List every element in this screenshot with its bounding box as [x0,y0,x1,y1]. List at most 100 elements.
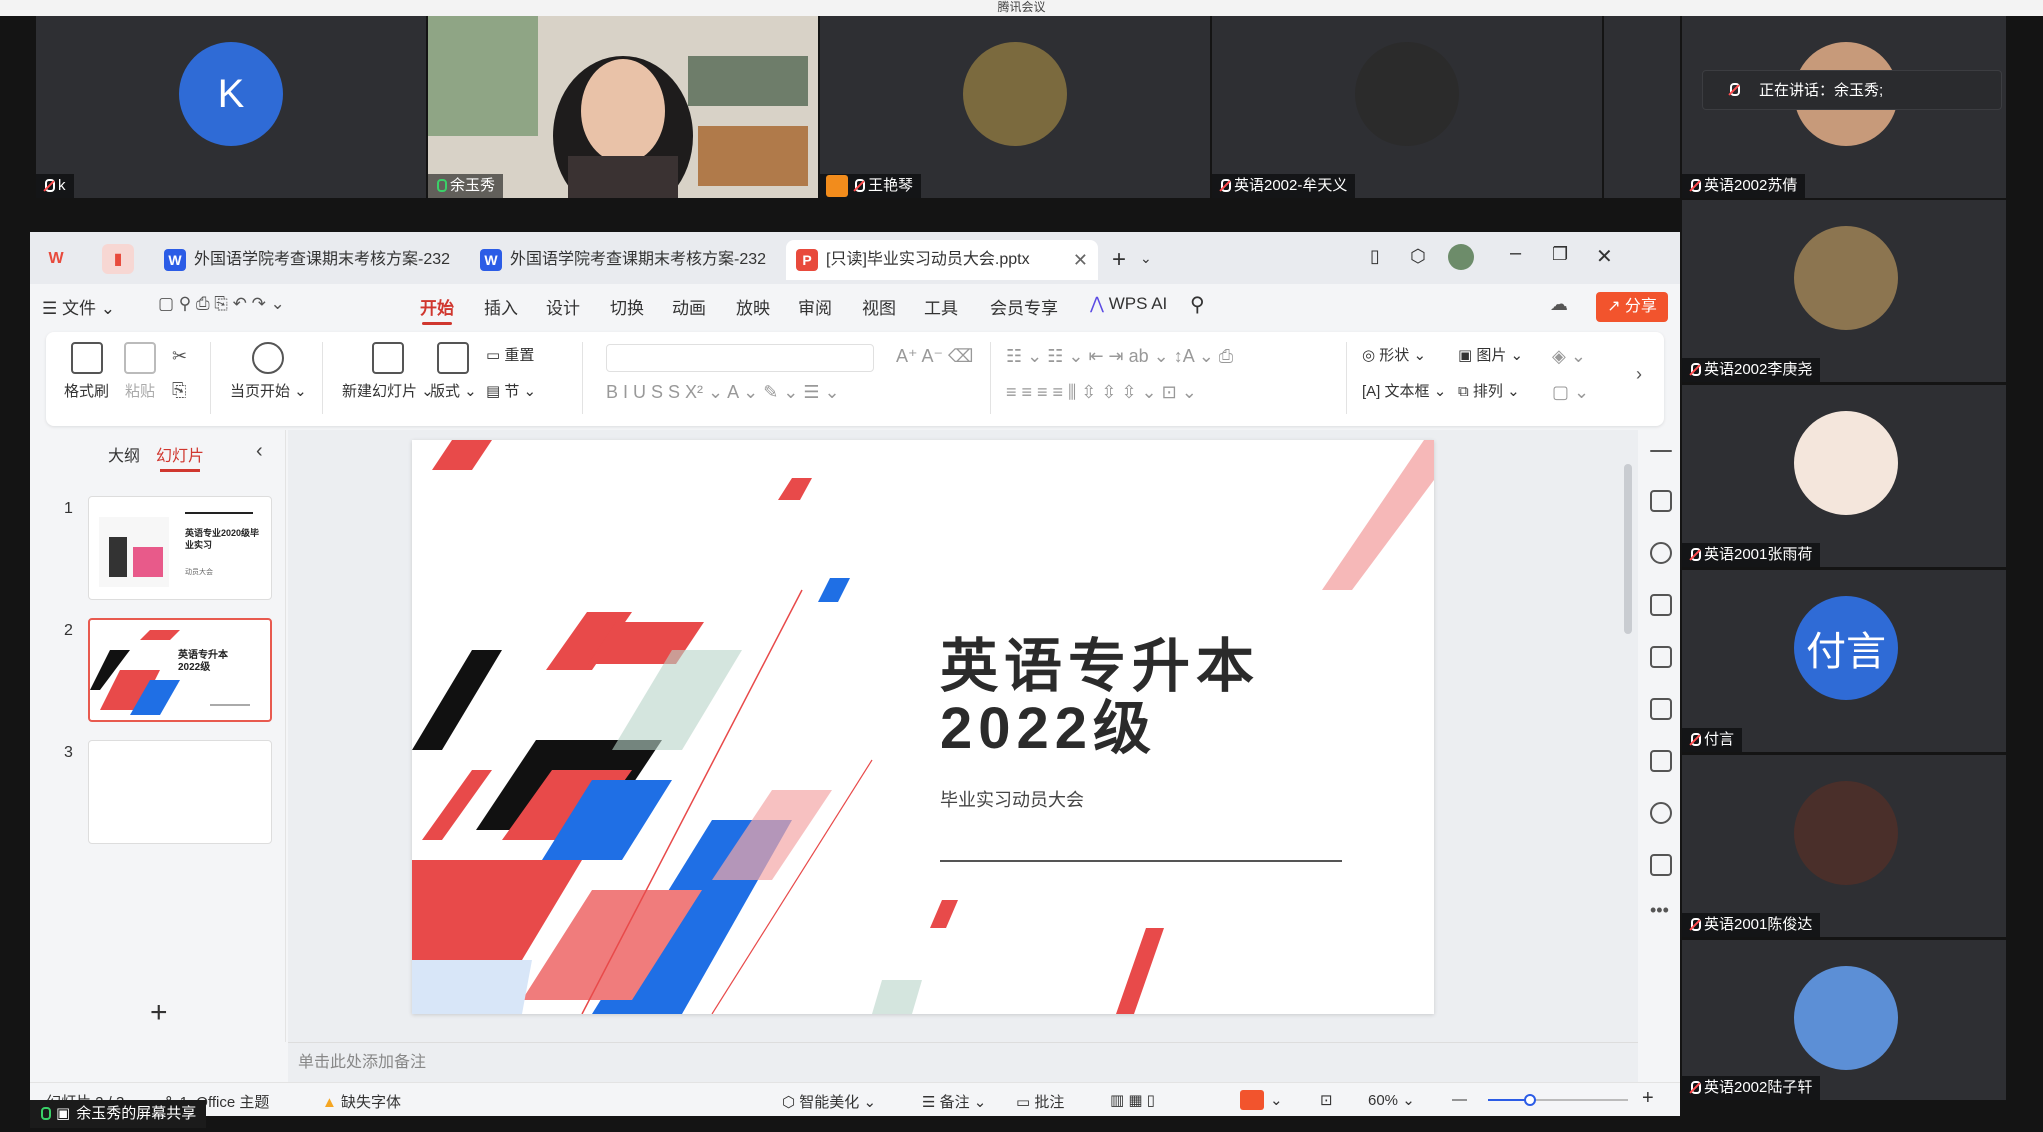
menu-transition[interactable]: 切换 [610,294,644,319]
participant-tile-side-2[interactable]: 英语2001张雨荷 [1682,385,2006,567]
section-button[interactable]: ▤ 节 ⌄ [486,380,536,401]
menu-wps-ai[interactable]: ⋀ WPS AI [1090,294,1167,314]
zoom-level[interactable]: 60% ⌄ [1368,1091,1415,1109]
smart-beautify-button[interactable]: ⬡ 智能美化 ⌄ [782,1091,876,1112]
quick-access-icons[interactable]: ▢ ⚲ ⎙ ⎘ ↶ ↷ ⌄ [158,294,285,314]
new-tab-icon[interactable]: + [1112,246,1126,274]
slideshow-button[interactable] [1240,1090,1264,1110]
tools-icon[interactable] [1650,698,1672,720]
tab-pptx[interactable]: P [只读]毕业实习动员大会.pptx ✕ [786,240,1098,280]
slide-thumbnail-1[interactable]: 英语专业2020级毕业实习 动员大会 [88,496,272,600]
scissors-icon[interactable]: ✂ [172,346,187,367]
tab-doc-2[interactable]: W 外国语学院考查课期末考核方案-232 [470,240,776,280]
chevron-down-icon[interactable]: ⌄ [1140,250,1152,267]
close-tab-icon[interactable]: ✕ [1073,240,1088,280]
tab-outline[interactable]: 大纲 [108,442,140,466]
participant-tile-side-3[interactable]: 付言 付言 [1682,570,2006,752]
shape-button[interactable]: ◎ 形状 ⌄ [1362,344,1426,365]
zoom-out-icon[interactable]: — [1452,1091,1467,1108]
list-icons[interactable]: ☷ ⌄ ☷ ⌄ ⇤ ⇥ ab ⌄ ↕A ⌄ ⎙ [1006,346,1233,367]
menu-file[interactable]: ☰ 文件 ⌄ [42,294,115,319]
new-slide-button[interactable]: 新建幻灯片 ⌄ [342,342,434,401]
divider [582,342,583,414]
backup-icon[interactable] [1650,854,1672,876]
menu-insert[interactable]: 插入 [484,294,518,319]
menu-view[interactable]: 视图 [862,294,896,319]
participant-tile-moutianyi[interactable]: 英语2002-牟天义 [1212,16,1602,198]
menu-home[interactable]: 开始 [420,294,454,325]
outline-icon[interactable]: ▢ ⌄ [1552,382,1589,403]
menu-member[interactable]: 会员专享 [990,294,1058,319]
fill-icon[interactable]: ◈ ⌄ [1552,346,1586,367]
menu-review[interactable]: 审阅 [798,294,832,319]
layout-button[interactable]: 版式 ⌄ [430,342,477,401]
arrange-button[interactable]: ⧉ 排列 ⌄ [1458,380,1520,401]
zoom-in-icon[interactable]: + [1642,1087,1654,1110]
restore-icon[interactable]: ❐ [1552,244,1568,265]
font-format-icons[interactable]: B I U S S X² ⌄ A ⌄ ✎ ⌄ ☰ ⌄ [606,382,840,403]
menu-slideshow[interactable]: 放映 [736,294,770,319]
ppt-icon: P [796,249,818,271]
pdf-app-icon[interactable]: ▮ [102,244,134,274]
tab-doc-1[interactable]: W 外国语学院考查课期末考核方案-232 [154,240,460,280]
animation-icon[interactable] [1650,646,1672,668]
play-current-button[interactable]: 当页开始 ⌄ [230,342,307,401]
slide-thumbnail-pane: 大纲 幻灯片 ‹ 1 英语专业2020级毕业实习 动员大会 2 英语专升本202… [30,430,286,1042]
cube-icon[interactable]: ⬡ [1410,246,1426,267]
notes-field[interactable]: 单击此处添加备注 [288,1042,1638,1082]
close-window-icon[interactable]: ✕ [1596,244,1613,269]
user-avatar[interactable] [1448,244,1474,270]
chevron-right-icon[interactable]: › [1636,364,1642,385]
vertical-scrollbar[interactable] [1624,464,1632,634]
missing-font-button[interactable]: ▲ 缺失字体 [322,1091,401,1112]
participant-tile-wangyanqin[interactable]: 王艳琴 [820,16,1210,198]
host-icon [826,175,848,197]
minimize-icon[interactable]: – [1510,242,1521,265]
view-mode-icons[interactable]: ▥ ▦ ▯ [1110,1091,1155,1109]
star-icon[interactable] [1650,542,1672,564]
participant-tile-side-4[interactable]: 英语2001陈俊达 [1682,755,2006,937]
more-icon[interactable]: ••• [1650,900,1669,921]
align-icons[interactable]: ≡ ≡ ≡ ≡ ⫼ ⇳ ⇳ ⇳ ⌄ ⊡ ⌄ [1006,382,1197,403]
menu-tools[interactable]: 工具 [924,294,958,319]
minimize-pane-icon[interactable] [1650,450,1672,452]
comments-button[interactable]: ▭ 批注 [1016,1091,1064,1112]
book-icon[interactable] [1650,750,1672,772]
transform-icon[interactable] [1650,594,1672,616]
add-slide-icon[interactable]: + [150,996,168,1030]
share-button[interactable]: ↗ 分享 [1596,292,1668,322]
zoom-slider-fill [1488,1099,1528,1101]
copy-icon[interactable]: ⎘ [172,380,186,401]
divider [1346,342,1347,414]
cloud-icon[interactable]: ☁ [1550,294,1568,315]
menu-animation[interactable]: 动画 [672,294,706,319]
help-icon[interactable] [1650,802,1672,824]
slide-thumbnail-3[interactable] [88,740,272,844]
participant-tile-side-5[interactable]: 英语2002陆子轩 [1682,940,2006,1100]
search-icon[interactable]: ⚲ [1190,292,1205,317]
chevron-down-icon[interactable]: ⌄ [1270,1091,1283,1109]
zoom-slider-thumb[interactable] [1524,1094,1536,1106]
textbox-button[interactable]: [A] 文本框 ⌄ [1362,380,1446,401]
participant-tile-yuyuxiu[interactable]: 余玉秀 [428,16,818,198]
paste-button[interactable]: 粘贴 [124,342,156,401]
tab-slides[interactable]: 幻灯片 [156,442,204,472]
wps-logo-icon[interactable]: W [40,244,72,274]
font-grow-icon[interactable]: A⁺ A⁻ ⌫ [896,346,973,367]
collapse-pane-icon[interactable]: ‹ [256,440,263,463]
participant-tile-side-1[interactable]: 英语2002李庚尧 [1682,200,2006,382]
format-painter-button[interactable]: 格式刷 [64,342,109,401]
properties-icon[interactable] [1650,490,1672,512]
current-slide[interactable]: 英语专升本 2022级 毕业实习动员大会 [412,440,1434,1014]
reset-button[interactable]: ▭ 重置 [486,344,534,365]
menu-design[interactable]: 设计 [546,294,580,319]
font-size-select[interactable] [606,344,874,372]
slide-thumbnail-2[interactable]: 英语专升本2022级 [88,618,272,722]
ribbon-home: 格式刷 粘贴 ✂ ⎘ 当页开始 ⌄ 新建幻灯片 ⌄ 版式 ⌄ ▭ 重置 ▤ 节 … [46,332,1664,426]
picture-button[interactable]: ▣ 图片 ⌄ [1458,344,1523,365]
fit-window-icon[interactable]: ⊡ [1320,1091,1333,1109]
participant-tile-k[interactable]: K k [36,16,426,198]
notes-button[interactable]: ☰ 备注 ⌄ [922,1091,986,1112]
right-tool-strip: ••• [1642,430,1680,1042]
layout-icon[interactable]: ▯ [1370,246,1380,267]
